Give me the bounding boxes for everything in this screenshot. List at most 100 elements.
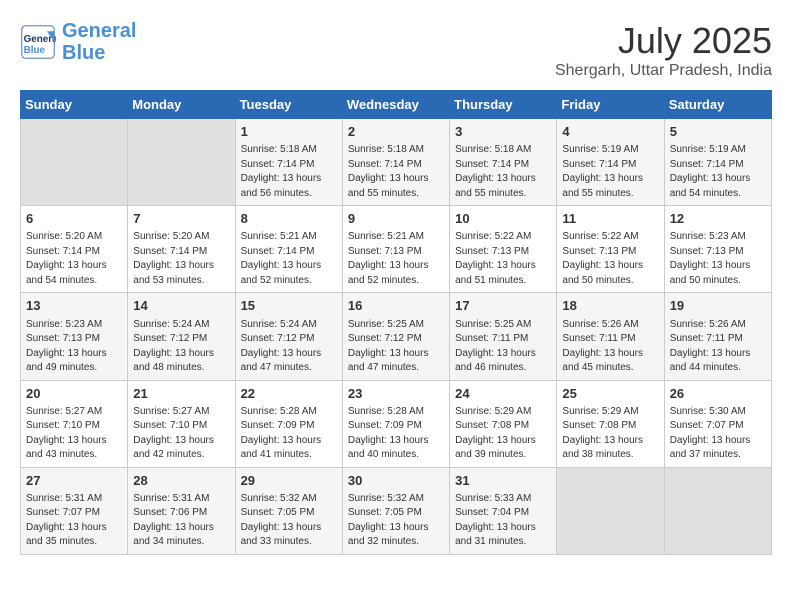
calendar-cell: 26Sunrise: 5:30 AMSunset: 7:07 PMDayligh… (664, 380, 771, 467)
calendar-cell (128, 119, 235, 206)
cell-info: Sunrise: 5:18 AMSunset: 7:14 PMDaylight:… (455, 143, 551, 201)
day-number: 7 (133, 210, 229, 228)
day-number: 19 (670, 297, 766, 315)
logo-text: GeneralBlue (62, 20, 136, 64)
calendar-cell: 19 Sunrise: 5:26 AMSunset: 7:11 PMDayligh… (664, 293, 771, 380)
cell-info: Sunrise: 5:32 AMSunset: 7:05 PMDaylight:… (241, 492, 337, 550)
calendar-cell: 27 Sunrise: 5:31 AMSunset: 7:07 PMDayligh… (21, 467, 128, 554)
day-number: 11 (562, 210, 658, 228)
day-number: 9 (348, 210, 444, 228)
cell-info: Sunrise: 5:21 AMSunset: 7:14 PMDaylight:… (241, 230, 337, 288)
calendar-cell: 23 Sunrise: 5:28 AMSunset: 7:09 PMDayligh… (342, 380, 449, 467)
day-number: 21 (133, 385, 229, 403)
cell-info: Sunrise: 5:29 AMSunset: 7:08 PMDaylight:… (562, 405, 658, 463)
calendar-cell: 3Sunrise: 5:18 AMSunset: 7:14 PMDaylight… (450, 119, 557, 206)
calendar-cell (664, 467, 771, 554)
calendar-cell: 13 Sunrise: 5:23 AMSunset: 7:13 PMDayligh… (21, 293, 128, 380)
cell-info: Sunrise: 5:25 AMSunset: 7:12 PMDaylight:… (348, 318, 444, 376)
page-header: General Blue GeneralBlue July 2025 Sherg… (20, 20, 772, 80)
calendar-header-row: SundayMondayTuesdayWednesdayThursdayFrid… (21, 91, 772, 119)
logo-icon: General Blue (20, 24, 56, 60)
calendar-week-row: 20 Sunrise: 5:27 AMSunset: 7:10 PMDayligh… (21, 380, 772, 467)
column-header-wednesday: Wednesday (342, 91, 449, 119)
calendar-cell: 28 Sunrise: 5:31 AMSunset: 7:06 PMDayligh… (128, 467, 235, 554)
column-header-friday: Friday (557, 91, 664, 119)
cell-info: Sunrise: 5:24 AMSunset: 7:12 PMDaylight:… (133, 318, 229, 376)
calendar-cell: 18Sunrise: 5:26 AMSunset: 7:11 PMDayligh… (557, 293, 664, 380)
calendar-cell: 10Sunrise: 5:22 AMSunset: 7:13 PMDayligh… (450, 206, 557, 293)
calendar-cell: 2 Sunrise: 5:18 AMSunset: 7:14 PMDaylight… (342, 119, 449, 206)
calendar-cell: 17 Sunrise: 5:25 AMSunset: 7:11 PMDayligh… (450, 293, 557, 380)
calendar-cell: 22 Sunrise: 5:28 AMSunset: 7:09 PMDayligh… (235, 380, 342, 467)
calendar-week-row: 27 Sunrise: 5:31 AMSunset: 7:07 PMDayligh… (21, 467, 772, 554)
cell-info: Sunrise: 5:29 AMSunset: 7:08 PMDaylight:… (455, 405, 551, 463)
calendar-cell: 16 Sunrise: 5:25 AMSunset: 7:12 PMDayligh… (342, 293, 449, 380)
calendar-cell: 12Sunrise: 5:23 AMSunset: 7:13 PMDayligh… (664, 206, 771, 293)
day-number: 2 (348, 123, 444, 141)
column-header-monday: Monday (128, 91, 235, 119)
cell-info: Sunrise: 5:19 AMSunset: 7:14 PMDaylight:… (562, 143, 658, 201)
day-number: 30 (348, 472, 444, 490)
day-number: 14 (133, 297, 229, 315)
day-number: 23 (348, 385, 444, 403)
cell-info: Sunrise: 5:31 AMSunset: 7:06 PMDaylight:… (133, 492, 229, 550)
day-number: 1 (241, 123, 337, 141)
calendar-cell: 9 Sunrise: 5:21 AMSunset: 7:13 PMDaylight… (342, 206, 449, 293)
day-number: 13 (26, 297, 122, 315)
calendar-cell (21, 119, 128, 206)
cell-info: Sunrise: 5:23 AMSunset: 7:13 PMDaylight:… (26, 318, 122, 376)
calendar-cell: 24 Sunrise: 5:29 AMSunset: 7:08 PMDayligh… (450, 380, 557, 467)
calendar-week-row: 1 Sunrise: 5:18 AMSunset: 7:14 PMDaylight… (21, 119, 772, 206)
svg-text:Blue: Blue (24, 45, 46, 56)
cell-info: Sunrise: 5:22 AMSunset: 7:13 PMDaylight:… (562, 230, 658, 288)
day-number: 22 (241, 385, 337, 403)
day-number: 26 (670, 385, 766, 403)
column-header-tuesday: Tuesday (235, 91, 342, 119)
day-number: 17 (455, 297, 551, 315)
day-number: 4 (562, 123, 658, 141)
calendar-cell: 29Sunrise: 5:32 AMSunset: 7:05 PMDayligh… (235, 467, 342, 554)
cell-info: Sunrise: 5:20 AMSunset: 7:14 PMDaylight:… (26, 230, 122, 288)
cell-info: Sunrise: 5:23 AMSunset: 7:13 PMDaylight:… (670, 230, 766, 288)
month-year-title: July 2025 (555, 20, 772, 62)
day-number: 15 (241, 297, 337, 315)
cell-info: Sunrise: 5:27 AMSunset: 7:10 PMDaylight:… (133, 405, 229, 463)
day-number: 31 (455, 472, 551, 490)
logo: General Blue GeneralBlue (20, 20, 136, 64)
column-header-thursday: Thursday (450, 91, 557, 119)
calendar-cell (557, 467, 664, 554)
calendar-cell: 31 Sunrise: 5:33 AMSunset: 7:04 PMDayligh… (450, 467, 557, 554)
day-number: 24 (455, 385, 551, 403)
cell-info: Sunrise: 5:32 AMSunset: 7:05 PMDaylight:… (348, 492, 444, 550)
calendar-cell: 15 Sunrise: 5:24 AMSunset: 7:12 PMDayligh… (235, 293, 342, 380)
cell-info: Sunrise: 5:33 AMSunset: 7:04 PMDaylight:… (455, 492, 551, 550)
day-number: 28 (133, 472, 229, 490)
cell-info: Sunrise: 5:28 AMSunset: 7:09 PMDaylight:… (241, 405, 337, 463)
day-number: 8 (241, 210, 337, 228)
cell-info: Sunrise: 5:28 AMSunset: 7:09 PMDaylight:… (348, 405, 444, 463)
day-number: 16 (348, 297, 444, 315)
cell-info: Sunrise: 5:24 AMSunset: 7:12 PMDaylight:… (241, 318, 337, 376)
day-number: 27 (26, 472, 122, 490)
calendar-cell: 6Sunrise: 5:20 AMSunset: 7:14 PMDaylight… (21, 206, 128, 293)
calendar-week-row: 6Sunrise: 5:20 AMSunset: 7:14 PMDaylight… (21, 206, 772, 293)
calendar-cell: 7 Sunrise: 5:20 AMSunset: 7:14 PMDaylight… (128, 206, 235, 293)
day-number: 20 (26, 385, 122, 403)
calendar-cell: 8 Sunrise: 5:21 AMSunset: 7:14 PMDaylight… (235, 206, 342, 293)
cell-info: Sunrise: 5:21 AMSunset: 7:13 PMDaylight:… (348, 230, 444, 288)
cell-info: Sunrise: 5:25 AMSunset: 7:11 PMDaylight:… (455, 318, 551, 376)
calendar-cell: 25Sunrise: 5:29 AMSunset: 7:08 PMDayligh… (557, 380, 664, 467)
calendar-cell: 1 Sunrise: 5:18 AMSunset: 7:14 PMDaylight… (235, 119, 342, 206)
cell-info: Sunrise: 5:18 AMSunset: 7:14 PMDaylight:… (241, 143, 337, 201)
cell-info: Sunrise: 5:27 AMSunset: 7:10 PMDaylight:… (26, 405, 122, 463)
cell-info: Sunrise: 5:26 AMSunset: 7:11 PMDaylight:… (670, 318, 766, 376)
day-number: 18 (562, 297, 658, 315)
calendar-table: SundayMondayTuesdayWednesdayThursdayFrid… (20, 90, 772, 555)
calendar-week-row: 13 Sunrise: 5:23 AMSunset: 7:13 PMDayligh… (21, 293, 772, 380)
cell-info: Sunrise: 5:22 AMSunset: 7:13 PMDaylight:… (455, 230, 551, 288)
cell-info: Sunrise: 5:20 AMSunset: 7:14 PMDaylight:… (133, 230, 229, 288)
column-header-sunday: Sunday (21, 91, 128, 119)
calendar-cell: 30 Sunrise: 5:32 AMSunset: 7:05 PMDayligh… (342, 467, 449, 554)
cell-info: Sunrise: 5:18 AMSunset: 7:14 PMDaylight:… (348, 143, 444, 201)
cell-info: Sunrise: 5:31 AMSunset: 7:07 PMDaylight:… (26, 492, 122, 550)
